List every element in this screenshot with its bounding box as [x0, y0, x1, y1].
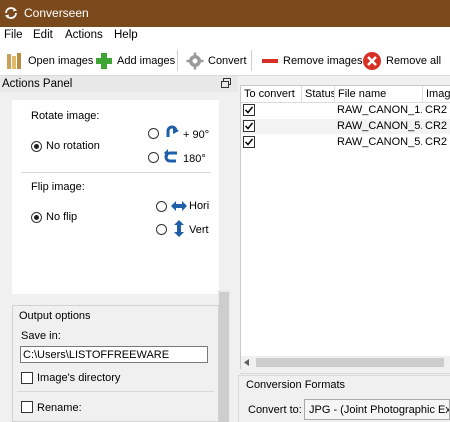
output-options-group: Output options Save in: Image's director…: [12, 305, 219, 422]
row-file-name: RAW_CANON_5...: [337, 120, 422, 132]
minus-icon: [262, 59, 278, 63]
rotate-90-label: + 90°: [183, 129, 210, 141]
rename-label: Rename:: [37, 402, 82, 414]
no-rotation-radio[interactable]: [31, 141, 42, 152]
actions-options-panel: Rotate image: No rotation + 90° 180° Fli…: [12, 100, 219, 294]
panel-float-icon[interactable]: [221, 78, 231, 88]
app-logo-icon: [5, 7, 17, 19]
output-options-label: Output options: [19, 310, 91, 322]
toolbar: Open images Add images Convert Remove im…: [0, 45, 450, 76]
convert-button[interactable]: Convert: [186, 50, 247, 72]
convert-to-select[interactable]: JPG - (Joint Photographic Experts: [304, 399, 450, 420]
open-images-icon: [7, 53, 21, 69]
menu-edit[interactable]: Edit: [33, 29, 53, 41]
row-checkbox[interactable]: [243, 136, 255, 148]
col-header-to-convert[interactable]: To convert: [241, 86, 302, 103]
add-images-button[interactable]: Add images: [95, 50, 175, 72]
row-checkbox[interactable]: [243, 120, 255, 132]
add-plus-icon: [96, 53, 112, 69]
no-rotation-label: No rotation: [46, 140, 100, 152]
row-image-type: CR2: [425, 136, 448, 148]
remove-images-button[interactable]: Remove images: [261, 50, 362, 72]
row-file-name: RAW_CANON_1...: [337, 104, 422, 116]
save-in-value: C:\Users\LISTOFFREEWARE: [23, 349, 170, 361]
toolbar-separator: [251, 50, 252, 71]
table-row[interactable]: RAW_CANON_5... CR2: [241, 135, 450, 150]
add-images-label: Add images: [117, 55, 176, 67]
remove-all-label: Remove all: [386, 55, 442, 67]
remove-all-button[interactable]: Remove all: [362, 50, 441, 72]
no-flip-radio[interactable]: [31, 212, 42, 223]
file-table: To convert Status File name Imag RAW_CAN…: [240, 85, 450, 369]
col-header-image-type[interactable]: Imag: [423, 86, 450, 103]
table-horizontal-scrollbar-thumb[interactable]: [256, 358, 444, 367]
row-checkbox[interactable]: [243, 104, 255, 116]
divider: [21, 172, 211, 173]
convert-label: Convert: [208, 55, 247, 67]
conversion-formats-label: Conversion Formats: [246, 379, 346, 391]
flip-image-label: Flip image:: [31, 181, 85, 193]
save-in-label: Save in:: [21, 330, 61, 342]
flip-horizontal-icon: [171, 201, 187, 211]
table-row[interactable]: RAW_CANON_1... CR2: [241, 103, 450, 118]
flip-horizontal-label: Hori: [189, 200, 210, 212]
actions-panel-scrollbar-thumb[interactable]: [219, 292, 229, 422]
title-bar: Converseen: [0, 0, 450, 27]
row-image-type: CR2: [425, 120, 448, 132]
toolbar-separator: [177, 50, 178, 71]
convert-to-value: JPG - (Joint Photographic Experts: [309, 404, 449, 416]
menu-bar: File Edit Actions Help: [0, 27, 450, 45]
open-images-button[interactable]: Open images: [4, 50, 93, 72]
col-header-file-name[interactable]: File name: [335, 86, 423, 103]
col-header-status[interactable]: Status: [302, 86, 335, 103]
no-flip-label: No flip: [46, 211, 78, 223]
divider: [240, 373, 450, 374]
images-directory-label: Image's directory: [37, 372, 121, 384]
remove-all-icon: [363, 52, 381, 70]
window-title: Converseen: [24, 6, 89, 20]
row-image-type: CR2: [425, 104, 448, 116]
rotate-image-label: Rotate image:: [31, 110, 100, 122]
table-row[interactable]: RAW_CANON_5... CR2: [241, 119, 450, 134]
actions-panel-header: Actions Panel: [0, 76, 237, 92]
menu-help[interactable]: Help: [114, 29, 138, 41]
convert-to-label: Convert to:: [248, 404, 302, 416]
rotate-90-radio[interactable]: [148, 128, 159, 139]
flip-horizontal-radio[interactable]: [156, 201, 167, 212]
remove-images-label: Remove images: [283, 55, 363, 67]
open-images-label: Open images: [28, 55, 94, 67]
rotate-180-radio[interactable]: [148, 152, 159, 163]
rotate-180-label: 180°: [183, 153, 206, 165]
menu-file[interactable]: File: [4, 29, 23, 41]
row-file-name: RAW_CANON_5...: [337, 136, 422, 148]
scroll-left-arrow-icon[interactable]: [244, 359, 250, 366]
rotate-cw-icon: [166, 125, 179, 137]
menu-actions[interactable]: Actions: [65, 29, 103, 41]
gear-icon: [186, 52, 204, 70]
flip-vertical-radio[interactable]: [156, 224, 167, 235]
flip-vertical-label: Vert: [189, 224, 209, 236]
rename-checkbox[interactable]: [21, 401, 33, 413]
images-directory-checkbox[interactable]: [21, 372, 33, 384]
rotate-180-icon: [164, 149, 177, 163]
flip-vertical-icon: [174, 220, 184, 237]
divider: [17, 391, 214, 392]
save-in-field[interactable]: C:\Users\LISTOFFREEWARE: [20, 346, 208, 363]
actions-panel-title: Actions Panel: [2, 78, 73, 90]
